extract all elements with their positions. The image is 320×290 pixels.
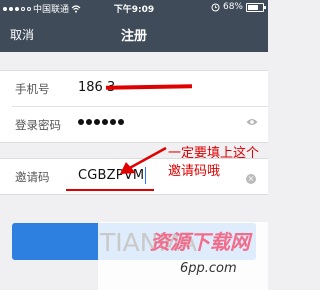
password-dot [118,119,124,125]
phone-label: 手机号 [15,82,50,96]
account-fields: 手机号 186 3 登录密码 [0,70,268,143]
password-field[interactable]: 登录密码 [12,106,268,142]
password-dot [94,119,100,125]
alarm-icon [211,3,220,11]
password-dot [102,119,108,125]
watermark-chinese: 资源下载网 [150,230,250,254]
page-title: 注册 [120,29,147,44]
password-dot [86,119,92,125]
eye-icon[interactable] [246,118,258,126]
nav-bar: 取消 注册 [0,16,268,52]
password-dot [78,119,84,125]
password-label: 登录密码 [15,118,61,132]
status-bar: 中国联通 下午9:09 68% [0,0,268,16]
password-dot [110,119,116,125]
watermark-url: 6pp.com [180,261,237,276]
status-right: 68% [211,2,266,12]
annotation-text: 一定要填上这个邀请码哦 [168,146,260,179]
password-input[interactable] [78,119,124,125]
invite-label: 邀请码 [15,170,50,184]
invite-underline-mark [66,189,154,191]
battery-icon [246,2,266,12]
redaction-mark [105,84,193,90]
phone-field[interactable]: 手机号 186 3 [0,71,268,106]
battery-percent: 68% [222,2,243,12]
